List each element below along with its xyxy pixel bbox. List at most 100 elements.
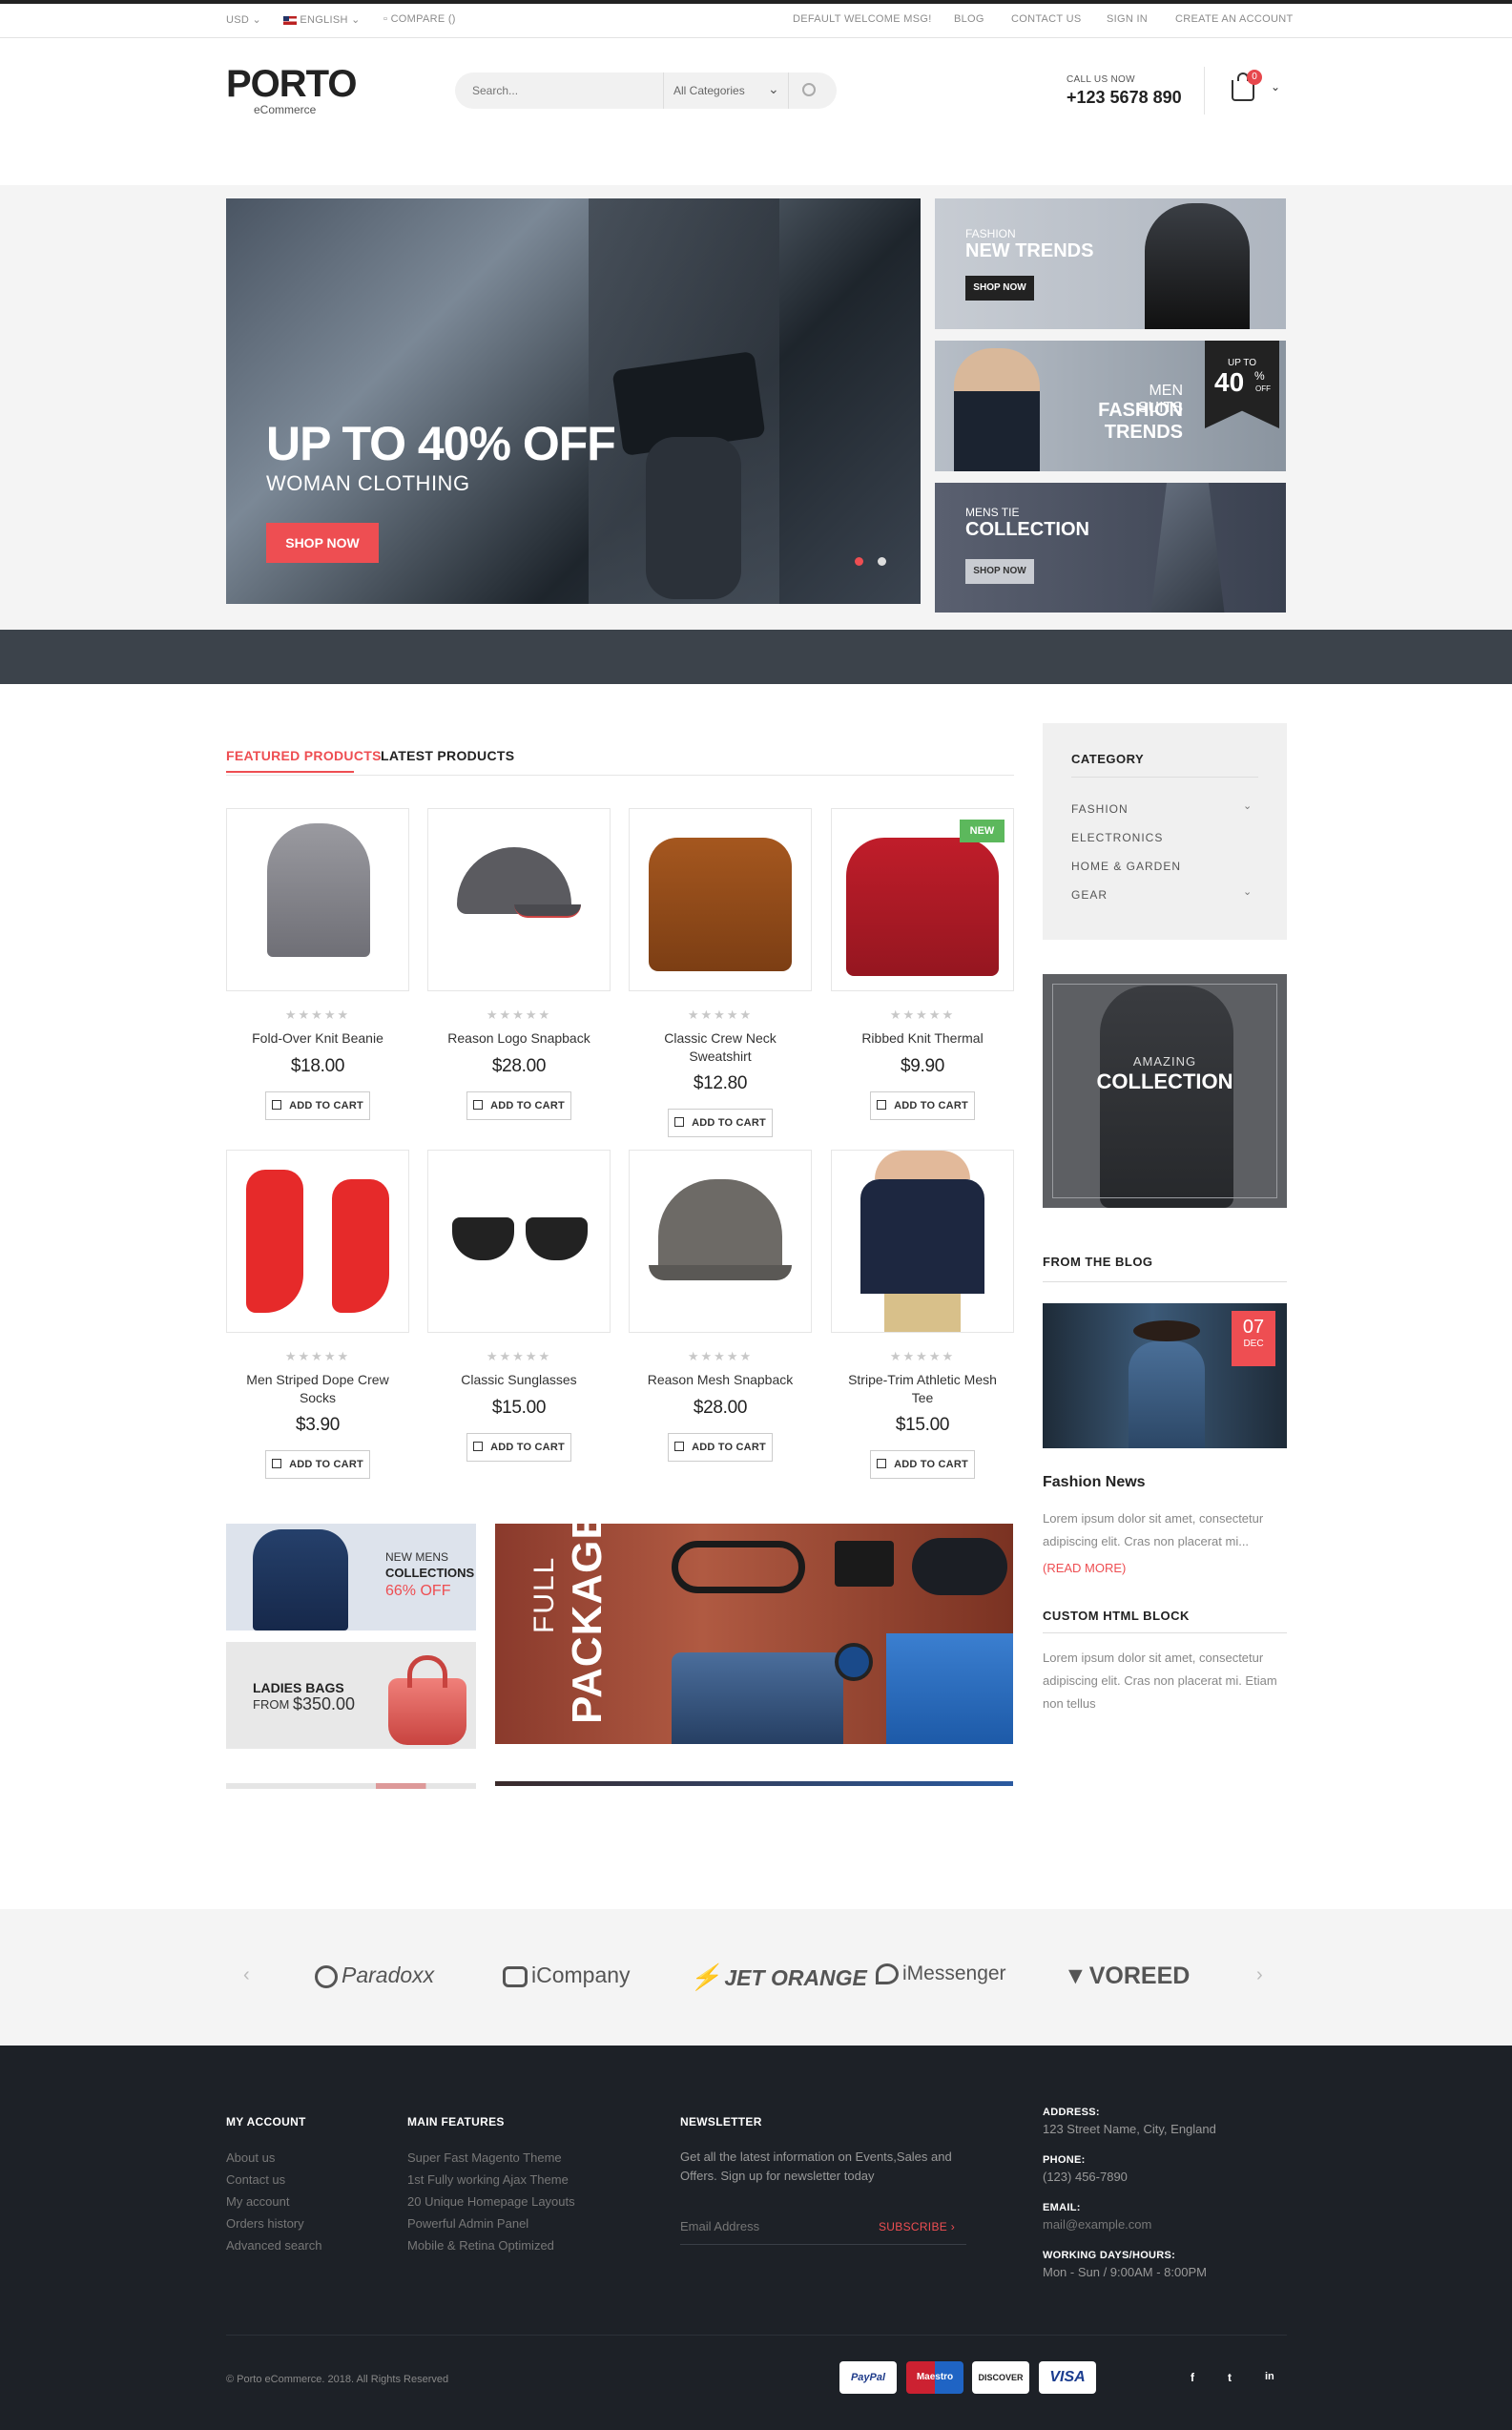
newsletter-email-input[interactable] (680, 2215, 871, 2236)
bag-handle (407, 1655, 447, 1688)
banner-fashion-trends[interactable]: MEN SUITS FASHION TRENDS UP TO 40 % OFF (935, 341, 1286, 471)
category-fashion[interactable]: FASHION (1071, 802, 1129, 816)
brand-jet-orange[interactable]: ⚡ JET ORANGE (690, 1963, 867, 1992)
logo[interactable]: PORTO (226, 63, 358, 106)
rating-stars: ★★★★★ (284, 1007, 351, 1022)
add-to-cart-button[interactable]: ADD TO CART (265, 1450, 370, 1479)
rating-stars: ★★★★★ (486, 1349, 552, 1363)
footer-account-link[interactable]: Advanced search (226, 2234, 321, 2256)
blog-link[interactable]: BLOG (954, 13, 984, 25)
chevron-down-icon[interactable]: ⌄ (1243, 800, 1252, 812)
add-to-cart-button[interactable]: ADD TO CART (870, 1091, 975, 1120)
product-image[interactable] (427, 1150, 611, 1333)
language-switcher[interactable]: ENGLISH ⌄ (283, 13, 361, 26)
footer-feature-link[interactable]: 20 Unique Homepage Layouts (407, 2191, 575, 2212)
amazing-small-text: AMAZING (1132, 1054, 1197, 1069)
blog-image[interactable]: 07 DEC (1043, 1303, 1287, 1448)
currency-switcher[interactable]: USD ⌄ (226, 13, 261, 26)
add-to-cart-button[interactable]: ADD TO CART (265, 1091, 370, 1120)
footer-feature-link[interactable]: Super Fast Magento Theme (407, 2147, 575, 2169)
facebook-icon[interactable]: f (1191, 2371, 1194, 2384)
footer-account-link[interactable]: Orders history (226, 2212, 321, 2234)
compare-link[interactable]: ▫ COMPARE () (383, 13, 456, 25)
product-name[interactable]: Classic Crew Neck Sweatshirt (644, 1029, 797, 1066)
footer-account-link[interactable]: About us (226, 2147, 321, 2169)
footer-feature-link[interactable]: Powerful Admin Panel (407, 2212, 575, 2234)
create-account-link[interactable]: CREATE AN ACCOUNT (1175, 13, 1293, 25)
banner-shop-now-button[interactable]: SHOP NOW (965, 559, 1034, 584)
brand-icompany[interactable]: iCompany (503, 1963, 631, 1988)
twitter-icon[interactable]: t (1228, 2371, 1232, 2384)
divider (663, 73, 664, 109)
brand-paradoxx[interactable]: Paradoxx (315, 1963, 434, 1988)
product-image[interactable] (226, 808, 409, 991)
sign-in-link[interactable]: SIGN IN (1107, 13, 1148, 25)
footer-feature-link[interactable]: 1st Fully working Ajax Theme (407, 2169, 575, 2191)
chevron-left-icon[interactable]: ‹ (243, 1964, 250, 1986)
product-name[interactable]: Classic Sunglasses (427, 1371, 611, 1389)
email-value[interactable]: mail@example.com (1043, 2217, 1151, 2232)
banner-tie-collection[interactable]: MENS TIE COLLECTION SHOP NOW (935, 483, 1286, 613)
banner-shop-now-button[interactable]: SHOP NOW (965, 276, 1034, 301)
add-to-cart-button[interactable]: ADD TO CART (870, 1450, 975, 1479)
promo-full-package[interactable]: FULL PACKAGE (495, 1524, 1013, 1744)
post-title[interactable]: Fashion News (1043, 1474, 1146, 1491)
chevron-right-icon[interactable]: › (1256, 1964, 1263, 1986)
banner-new-trends[interactable]: FASHION NEW TRENDS SHOP NOW (935, 198, 1286, 329)
product-name[interactable]: Stripe-Trim Athletic Mesh Tee (846, 1371, 999, 1407)
phone-number[interactable]: +123 5678 890 (1067, 88, 1182, 108)
divider-strip (0, 630, 1512, 684)
model-image (954, 348, 1040, 471)
footer-account-link[interactable]: My account (226, 2191, 321, 2212)
search-icon[interactable] (802, 83, 816, 96)
read-more-link[interactable]: (READ MORE) (1043, 1561, 1126, 1575)
category-electronics[interactable]: ELECTRONICS (1071, 831, 1163, 844)
product-name[interactable]: Reason Mesh Snapback (629, 1371, 812, 1389)
amazing-collection-banner[interactable]: AMAZING COLLECTION (1043, 974, 1287, 1208)
add-to-cart-button[interactable]: ADD TO CART (466, 1433, 571, 1462)
promo-mens-collection[interactable]: NEW MENS COLLECTIONS 66% OFF (226, 1524, 476, 1630)
product-image[interactable] (629, 1150, 812, 1333)
tab-featured-products[interactable]: FEATURED PRODUCTS (226, 748, 382, 763)
contact-link[interactable]: CONTACT US (1011, 13, 1082, 25)
promo-discount: 66% OFF (385, 1583, 451, 1599)
chevron-down-icon[interactable]: ⌄ (1243, 885, 1252, 898)
footer-account-link[interactable]: Contact us (226, 2169, 321, 2191)
add-to-cart-button[interactable]: ADD TO CART (466, 1091, 571, 1120)
product-name[interactable]: Ribbed Knit Thermal (831, 1029, 1014, 1048)
product-image[interactable] (831, 1150, 1014, 1333)
add-to-cart-label: ADD TO CART (490, 1100, 565, 1111)
product-image[interactable] (629, 808, 812, 991)
product-image[interactable] (427, 808, 611, 991)
custom-html-text: Lorem ipsum dolor sit amet, consectetur … (1043, 1651, 1277, 1711)
search-input[interactable] (472, 81, 663, 100)
add-to-cart-button[interactable]: ADD TO CART (668, 1109, 773, 1137)
category-select[interactable]: All Categories (673, 84, 745, 97)
slider-dot-active[interactable] (855, 557, 863, 566)
slider-dot[interactable] (878, 557, 886, 566)
package-light-text: FULL (528, 1555, 560, 1633)
category-home-garden[interactable]: HOME & GARDEN (1071, 860, 1181, 873)
promo-ladies-bags[interactable]: LADIES BAGS FROM $350.00 (226, 1642, 476, 1749)
chevron-down-icon[interactable]: ⌄ (1271, 80, 1280, 93)
linkedin-icon[interactable]: in (1265, 2371, 1274, 2382)
visa-icon: VISA (1039, 2361, 1096, 2394)
brand-imessenger[interactable]: iMessenger (876, 1963, 1006, 1985)
product-price: $3.90 (295, 1415, 341, 1435)
brand-voreed[interactable]: ▼VOREED (1064, 1963, 1190, 1990)
footer-feature-link[interactable]: Mobile & Retina Optimized (407, 2234, 575, 2256)
discount-ribbon: UP TO 40 % OFF (1205, 341, 1279, 428)
tab-latest-products[interactable]: LATEST PRODUCTS (381, 748, 514, 763)
category-widget: CATEGORY FASHION ⌄ ELECTRONICS HOME & GA… (1043, 723, 1287, 940)
product-name[interactable]: Fold-Over Knit Beanie (226, 1029, 409, 1048)
product-image[interactable] (226, 1150, 409, 1333)
slide-shop-now-button[interactable]: SHOP NOW (266, 523, 379, 563)
tie-image (1150, 483, 1225, 613)
bag-icon (674, 1442, 685, 1451)
subscribe-button[interactable]: SUBSCRIBE › (879, 2220, 955, 2233)
main-slider[interactable]: UP TO 40% OFF WOMAN CLOTHING SHOP NOW (226, 198, 921, 604)
add-to-cart-button[interactable]: ADD TO CART (668, 1433, 773, 1462)
product-name[interactable]: Reason Logo Snapback (427, 1029, 611, 1048)
category-gear[interactable]: GEAR (1071, 888, 1108, 902)
product-name[interactable]: Men Striped Dope Crew Socks (241, 1371, 394, 1407)
